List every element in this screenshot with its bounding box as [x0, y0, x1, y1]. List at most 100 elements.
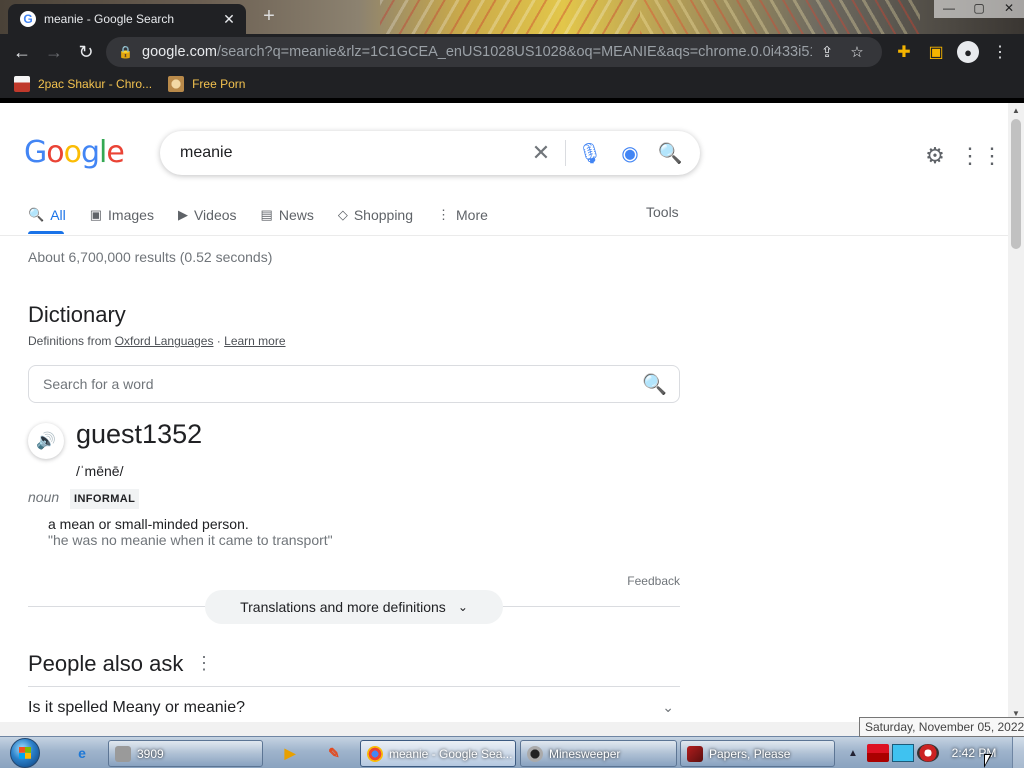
- new-tab-button[interactable]: +: [258, 6, 280, 28]
- media-player-icon[interactable]: ▶: [278, 742, 302, 764]
- chrome-menu-icon[interactable]: ⋮: [984, 36, 1016, 68]
- camera-lens-icon[interactable]: ◉: [610, 141, 650, 166]
- tag-icon: ◇: [337, 207, 348, 222]
- date-tooltip: Saturday, November 05, 2022: [859, 717, 1024, 737]
- profile-icon: ●: [957, 41, 979, 63]
- tab-more[interactable]: ⋮ More: [437, 203, 488, 227]
- back-arrow-icon[interactable]: ←: [6, 36, 38, 68]
- part-of-speech: noun: [28, 489, 60, 505]
- search-results-page: Google meanie ✕ 🎙 ◉ 🔍 ⚙ ⋮⋮ 🔍 All ▣ Images …: [0, 103, 1008, 722]
- play-icon: ▶: [177, 207, 188, 222]
- tab-news[interactable]: ▤ News: [261, 203, 314, 227]
- google-logo[interactable]: Google: [24, 135, 125, 170]
- app-icon: [115, 745, 131, 762]
- dictionary-source: Definitions from Oxford Languages · Lear…: [28, 334, 286, 348]
- tab-title: meanie - Google Search: [44, 12, 175, 26]
- google-favicon-icon: G: [20, 11, 36, 27]
- browser-tab-active[interactable]: G meanie - Google Search ✕: [8, 4, 246, 34]
- horizontal-scrollbar[interactable]: [0, 722, 1008, 736]
- show-desktop-button[interactable]: [1012, 737, 1024, 768]
- scroll-up-icon[interactable]: ▲: [1008, 103, 1024, 119]
- wallpaper-decoration: [640, 0, 920, 34]
- reload-icon[interactable]: ↻: [70, 36, 102, 68]
- bookmark-favicon-icon: [14, 76, 30, 92]
- question-text: Is it spelled Meany or meanie?: [28, 699, 245, 716]
- share-icon[interactable]: ⇪: [812, 43, 842, 61]
- learn-more-link[interactable]: Learn more: [224, 334, 285, 348]
- taskbar-item[interactable]: 3909: [108, 740, 263, 767]
- related-question[interactable]: Is it spelled Meany or meanie? ⌄: [28, 699, 680, 717]
- bookmark-item[interactable]: 2pac Shakur - Chro...: [14, 76, 152, 92]
- word-search-box[interactable]: 🔍: [28, 365, 680, 403]
- image-icon: ▣: [89, 207, 103, 222]
- translations-more-button[interactable]: Translations and more definitions ⌄: [205, 590, 503, 624]
- definition: a mean or small-minded person.: [48, 516, 249, 532]
- monitor-icon[interactable]: [892, 744, 914, 762]
- wallpaper-decoration: [380, 0, 640, 34]
- browser-tab-strip: G meanie - Google Search ✕ + — ▢ ✕: [0, 0, 1024, 34]
- window-controls: — ▢ ✕: [934, 0, 1024, 18]
- browser-toolbar: ← → ↻ 🔒 google.com/search?q=meanie&rlz=1…: [0, 34, 1024, 70]
- clock[interactable]: 2:42 PM: [942, 737, 1006, 768]
- active-tab-indicator: [28, 231, 64, 234]
- tools-button[interactable]: Tools: [646, 203, 679, 227]
- windows-orb-icon: [10, 738, 40, 768]
- example-sentence: "he was no meanie when it came to transp…: [48, 532, 333, 548]
- tab-close-icon[interactable]: ✕: [220, 10, 238, 28]
- tab-images[interactable]: ▣ Images: [90, 203, 154, 227]
- url-text[interactable]: google.com/search?q=meanie&rlz=1C1GCEA_e…: [142, 44, 812, 60]
- phonetic: /ˈmēnē/: [76, 463, 124, 479]
- speaker-icon[interactable]: 🔊: [28, 423, 64, 459]
- word-search-input[interactable]: [43, 376, 643, 392]
- tab-all[interactable]: 🔍 All: [28, 203, 66, 227]
- google-apps-grid-icon[interactable]: ⋮⋮: [959, 139, 1003, 173]
- people-also-ask-title: People also ask: [28, 651, 184, 676]
- tab-videos[interactable]: ▶ Videos: [178, 203, 237, 227]
- minimize-button[interactable]: —: [934, 0, 964, 18]
- search-input[interactable]: meanie: [180, 144, 521, 162]
- tray-app-icon[interactable]: [917, 744, 939, 762]
- lock-icon: 🔒: [118, 45, 133, 59]
- side-panel-icon[interactable]: ▣: [920, 36, 952, 68]
- bookmark-star-icon[interactable]: ☆: [842, 43, 872, 61]
- search-box-divider: [565, 140, 566, 166]
- paint-icon[interactable]: ✎: [322, 742, 346, 764]
- taskbar-item-chrome[interactable]: meanie - Google Sea...: [360, 740, 516, 767]
- minesweeper-icon: [527, 745, 543, 762]
- start-button[interactable]: [6, 737, 44, 768]
- extensions-puzzle-icon[interactable]: ✚: [888, 36, 920, 68]
- headword: guest1352: [76, 419, 203, 449]
- taskbar-item-minesweeper[interactable]: Minesweeper: [520, 740, 677, 767]
- vertical-scrollbar[interactable]: ▲ ▼: [1008, 103, 1024, 722]
- result-stats: About 6,700,000 results (0.52 seconds): [28, 249, 273, 265]
- search-icon[interactable]: 🔍: [642, 372, 667, 397]
- tab-shopping[interactable]: ◇ Shopping: [338, 203, 413, 227]
- tray-expand-icon[interactable]: ▲: [842, 744, 864, 762]
- search-box[interactable]: meanie ✕ 🎙 ◉ 🔍: [160, 131, 700, 175]
- scrollbar-thumb[interactable]: [1011, 119, 1021, 249]
- chevron-down-icon: ⌄: [662, 699, 674, 715]
- close-window-button[interactable]: ✕: [994, 0, 1024, 18]
- clear-icon[interactable]: ✕: [521, 140, 561, 166]
- address-bar[interactable]: 🔒 google.com/search?q=meanie&rlz=1C1GCEA…: [106, 37, 882, 67]
- profile-avatar[interactable]: ●: [952, 36, 984, 68]
- forward-arrow-icon[interactable]: →: [38, 36, 70, 68]
- microphone-icon[interactable]: 🎙: [570, 141, 610, 166]
- action-center-flag-icon[interactable]: [867, 744, 889, 762]
- taskbar-item-papers-please[interactable]: Papers, Please: [680, 740, 835, 767]
- internet-explorer-icon[interactable]: e: [70, 742, 94, 764]
- bookmark-favicon-icon: [168, 76, 185, 92]
- dictionary-title: Dictionary: [28, 302, 126, 327]
- windows-taskbar: e 3909 ▶ ✎ meanie - Google Sea... Minesw…: [0, 736, 1024, 768]
- mouse-cursor-icon: [984, 754, 992, 768]
- search-icon[interactable]: 🔍: [650, 141, 690, 166]
- maximize-button[interactable]: ▢: [964, 0, 994, 18]
- oxford-languages-link[interactable]: Oxford Languages: [115, 334, 214, 348]
- chevron-down-icon: ⌄: [457, 600, 468, 614]
- feedback-link[interactable]: Feedback: [560, 574, 680, 588]
- settings-gear-icon[interactable]: ⚙: [918, 139, 952, 173]
- more-vertical-icon: ⋮: [437, 207, 451, 222]
- more-options-icon[interactable]: ⋮: [195, 653, 213, 674]
- bookmark-item[interactable]: Free Porn: [168, 76, 245, 92]
- tabs-divider: [0, 235, 1008, 236]
